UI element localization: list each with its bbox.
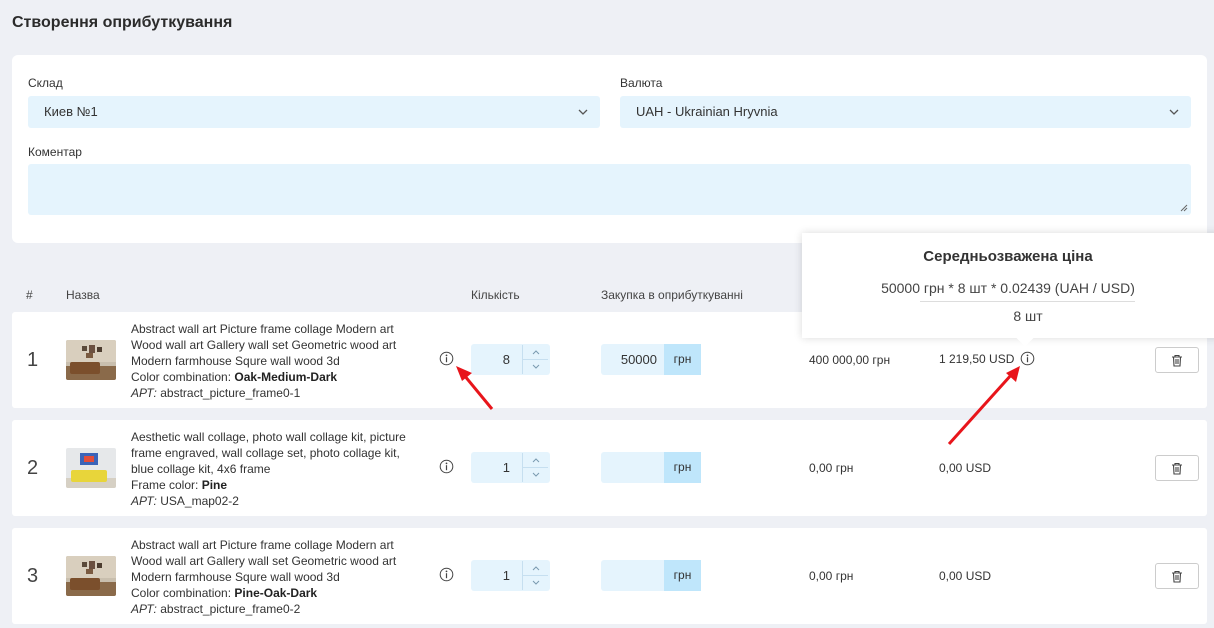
attribute-value: Pine xyxy=(201,478,228,492)
product-image xyxy=(66,340,116,380)
quantity-stepper[interactable]: 1 xyxy=(471,560,550,591)
article-value: abstract_picture_frame0-1 xyxy=(160,386,301,400)
quantity-stepper[interactable]: 1 xyxy=(471,452,550,483)
total-uah: 0,00 грн xyxy=(809,569,854,583)
table-row: 2 Aesthetic wall collage, photo wall col… xyxy=(12,420,1207,516)
delete-button[interactable] xyxy=(1155,455,1199,481)
form-card: Склад Киев №1 Валюта UAH - Ukrainian Hry… xyxy=(12,55,1207,243)
page-title: Створення оприбуткування xyxy=(12,14,233,31)
article-value: abstract_picture_frame0-2 xyxy=(160,602,301,616)
chevron-up-icon xyxy=(532,565,539,570)
header-name: Назва xyxy=(66,288,100,302)
header-qty: Кількість xyxy=(471,288,520,302)
row-number: 1 xyxy=(27,349,39,371)
total-usd: 1 219,50 USD xyxy=(939,352,1015,366)
delete-button[interactable] xyxy=(1155,563,1199,589)
product-name-block: Abstract wall art Picture frame collage … xyxy=(131,537,406,617)
product-name: Aesthetic wall collage, photo wall colla… xyxy=(131,430,406,476)
total-usd: 0,00 USD xyxy=(939,569,992,583)
attribute-value: Oak-Medium-Dark xyxy=(234,370,338,384)
chevron-down-icon xyxy=(578,109,588,115)
total-uah: 400 000,00 грн xyxy=(809,353,891,367)
quantity-stepper[interactable]: 8 xyxy=(471,344,550,375)
tooltip-formula: 50000 грн * 8 шт * 0.02439 (UAH / USD) xyxy=(881,280,1135,296)
fraction-line xyxy=(920,301,1135,302)
article-label: АРТ: xyxy=(131,494,157,508)
warehouse-label: Склад xyxy=(28,76,63,90)
chevron-down-icon xyxy=(532,472,539,477)
info-icon[interactable] xyxy=(439,567,454,582)
attribute-label: Frame color: xyxy=(131,478,199,492)
chevron-down-icon xyxy=(1169,109,1179,115)
product-name: Abstract wall art Picture frame collage … xyxy=(131,538,397,584)
info-icon[interactable] xyxy=(1020,351,1035,366)
increment-button[interactable] xyxy=(523,345,548,359)
quantity-value[interactable]: 1 xyxy=(503,460,510,475)
attribute-value: Pine-Oak-Dark xyxy=(234,586,318,600)
weighted-price-tooltip: Середньозважена ціна 50000 грн * 8 шт * … xyxy=(802,233,1214,347)
tooltip-title: Середньозважена ціна xyxy=(923,248,1093,265)
row-number: 3 xyxy=(27,565,39,587)
info-icon[interactable] xyxy=(439,459,454,474)
warehouse-select[interactable]: Киев №1 xyxy=(28,96,600,128)
product-image xyxy=(66,556,116,596)
currency-value: UAH - Ukrainian Hryvnia xyxy=(636,104,778,119)
currency-addon: грн xyxy=(664,344,701,375)
chevron-down-icon xyxy=(532,580,539,585)
currency-label: Валюта xyxy=(620,76,663,90)
currency-addon: грн xyxy=(664,560,701,591)
product-name-block: Abstract wall art Picture frame collage … xyxy=(131,321,406,401)
comment-label: Коментар xyxy=(28,145,82,159)
article-label: АРТ: xyxy=(131,602,157,616)
increment-button[interactable] xyxy=(523,561,548,575)
increment-button[interactable] xyxy=(523,453,548,467)
purchase-price-field[interactable]: грн xyxy=(601,560,701,591)
article-value: USA_map02-2 xyxy=(160,494,239,508)
purchase-price-field[interactable]: грн xyxy=(601,452,701,483)
attribute-label: Color combination: xyxy=(131,370,232,384)
attribute-label: Color combination: xyxy=(131,586,232,600)
quantity-value[interactable]: 8 xyxy=(503,352,510,367)
currency-addon: грн xyxy=(664,452,701,483)
decrement-button[interactable] xyxy=(523,575,548,589)
chevron-up-icon xyxy=(532,349,539,354)
header-num: # xyxy=(26,288,33,302)
warehouse-value: Киев №1 xyxy=(44,104,98,119)
product-name-block: Aesthetic wall collage, photo wall colla… xyxy=(131,429,406,509)
comment-textarea[interactable] xyxy=(28,164,1191,215)
header-purchase: Закупка в оприбуткуванні xyxy=(601,288,743,302)
decrement-button[interactable] xyxy=(523,359,548,373)
purchase-price-field[interactable]: 50000 грн xyxy=(601,344,701,375)
currency-select[interactable]: UAH - Ukrainian Hryvnia xyxy=(620,96,1191,128)
product-image xyxy=(66,448,116,488)
chevron-down-icon xyxy=(532,364,539,369)
info-icon[interactable] xyxy=(439,351,454,366)
product-name: Abstract wall art Picture frame collage … xyxy=(131,322,397,368)
trash-icon xyxy=(1172,570,1182,583)
trash-icon xyxy=(1172,462,1182,475)
purchase-price-value[interactable]: 50000 xyxy=(621,352,657,367)
decrement-button[interactable] xyxy=(523,467,548,481)
resize-handle-icon[interactable] xyxy=(1180,204,1188,212)
quantity-value[interactable]: 1 xyxy=(503,568,510,583)
article-label: АРТ: xyxy=(131,386,157,400)
total-uah: 0,00 грн xyxy=(809,461,854,475)
delete-button[interactable] xyxy=(1155,347,1199,373)
trash-icon xyxy=(1172,354,1182,367)
tooltip-denominator: 8 шт xyxy=(1013,308,1043,324)
total-usd: 0,00 USD xyxy=(939,461,992,475)
table-row: 3 Abstract wall art Picture frame collag… xyxy=(12,528,1207,624)
row-number: 2 xyxy=(27,457,39,479)
chevron-up-icon xyxy=(532,457,539,462)
